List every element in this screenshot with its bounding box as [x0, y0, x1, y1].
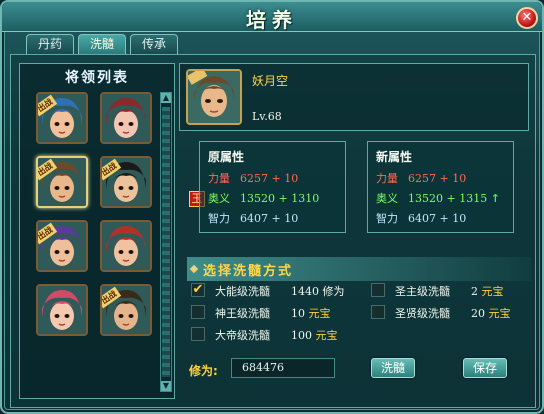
option-sheng-xian[interactable]: 圣贤级洗髓 20 元宝	[371, 305, 531, 323]
selected-general-box: 妖月空 Lv.68	[179, 63, 529, 131]
scroll-thumb[interactable]	[162, 107, 170, 377]
attr-key: 智力	[208, 212, 230, 225]
new-intellect-row: 智力 6407 + 10	[376, 210, 466, 226]
option-cost: 10 元宝	[291, 307, 331, 320]
hero-portrait-icon	[188, 71, 240, 123]
tab-dan-yao[interactable]: 丹药	[26, 34, 74, 54]
increase-arrow-icon: ↑	[490, 192, 500, 205]
tab-xi-sui[interactable]: 洗髓	[78, 34, 126, 54]
checkbox[interactable]	[191, 327, 205, 341]
attr-key: 智力	[376, 212, 398, 225]
attr-value: 13520 + 1315	[408, 192, 488, 205]
portrait-face-icon	[38, 286, 86, 334]
option-label: 神王级洗髓	[215, 307, 270, 320]
original-attributes: 原属性 力量 6257 + 10 奥义 13520 + 1310 智力 6407 + …	[199, 141, 346, 233]
title-bar: 培养 ✕	[2, 2, 542, 32]
checkbox-checked-icon[interactable]: ✔	[191, 283, 205, 297]
method-header: 选择洗髓方式	[187, 257, 531, 281]
scroll-up-icon[interactable]: ▲	[161, 93, 171, 103]
cultivate-window: 培养 ✕ 丹药 洗髓 传承 将领列表 出战 出战 出战 出战 出战 ▲ ▼ 妖月…	[0, 0, 544, 414]
option-label: 圣主级洗髓	[395, 285, 450, 298]
close-icon[interactable]: ✕	[516, 7, 538, 29]
attr-key: 力量	[376, 172, 398, 185]
checkbox[interactable]	[371, 283, 385, 297]
original-intellect-row: 智力 6407 + 10	[208, 210, 298, 226]
attr-key: 力量	[208, 172, 230, 185]
attr-value: 6257 + 10	[408, 172, 467, 185]
attr-key: 奥义	[208, 192, 230, 205]
original-attributes-title: 原属性	[208, 150, 245, 164]
window-title: 培养	[246, 8, 298, 32]
portrait-face-icon	[102, 94, 150, 142]
option-sheng-zhu[interactable]: 圣主级洗髓 2 元宝	[371, 283, 531, 301]
new-mystic-row: 奥义 13520 + 1315 ↑	[376, 190, 500, 206]
general-list-panel: 将领列表 出战 出战 出战 出战 出战 ▲ ▼	[19, 63, 175, 399]
checkbox[interactable]	[371, 305, 385, 319]
attr-key: 奥义	[376, 192, 398, 205]
attr-value: 13520 + 1310	[240, 192, 320, 205]
new-strength-row: 力量 6257 + 10	[376, 170, 466, 186]
original-mystic-row: 奥义 13520 + 1310	[208, 190, 319, 206]
general-portrait[interactable]	[36, 284, 88, 336]
general-portrait[interactable]: 出战	[36, 220, 88, 272]
option-shen-wang[interactable]: 神王级洗髓 10 元宝	[191, 305, 361, 323]
new-attributes-title: 新属性	[376, 150, 413, 164]
scrollbar[interactable]: ▲ ▼	[160, 92, 172, 392]
option-label: 大帝级洗髓	[215, 329, 270, 342]
option-da-neng[interactable]: ✔ 大能级洗髓 1440 修为	[191, 283, 361, 301]
general-list-title: 将领列表	[65, 70, 129, 86]
attr-value: 6257 + 10	[240, 172, 299, 185]
xiuwei-value-field: 684476	[231, 358, 335, 378]
xiuwei-label: 修为:	[189, 364, 218, 378]
general-portrait[interactable]: 出战	[100, 156, 152, 208]
attr-value: 6407 + 10	[408, 212, 467, 225]
method-title: 选择洗髓方式	[203, 264, 294, 279]
option-cost: 20 元宝	[471, 307, 511, 320]
original-strength-row: 力量 6257 + 10	[208, 170, 298, 186]
hero-level: Lv.68	[252, 110, 282, 123]
checkbox[interactable]	[191, 305, 205, 319]
bullet-icon	[189, 264, 199, 274]
general-portrait[interactable]: 出战	[36, 92, 88, 144]
option-label: 大能级洗髓	[215, 285, 270, 298]
option-da-di[interactable]: 大帝级洗髓 100 元宝	[191, 327, 361, 345]
hero-name: 妖月空	[252, 74, 289, 88]
selected-general-avatar	[186, 69, 242, 125]
attr-value: 6407 + 10	[240, 212, 299, 225]
option-cost: 2 元宝	[471, 285, 504, 298]
option-cost: 100 元宝	[291, 329, 338, 342]
general-portrait[interactable]	[100, 220, 152, 272]
general-portrait[interactable]: 出战	[36, 156, 88, 208]
tab-chuan-cheng[interactable]: 传承	[130, 34, 178, 54]
scroll-down-icon[interactable]: ▼	[161, 381, 171, 391]
portrait-face-icon	[102, 222, 150, 270]
save-button[interactable]: 保存	[463, 358, 507, 378]
refine-button[interactable]: 洗髓	[371, 358, 415, 378]
option-label: 圣贤级洗髓	[395, 307, 450, 320]
new-attributes: 新属性 力量 6257 + 10 奥义 13520 + 1315 ↑ 智力 6407 …	[367, 141, 514, 233]
general-portrait[interactable]: 出战	[100, 284, 152, 336]
general-portrait[interactable]	[100, 92, 152, 144]
main-panel: 将领列表 出战 出战 出战 出战 出战 ▲ ▼ 妖月空 Lv.68 玉 原属性 …	[10, 54, 536, 408]
option-cost: 1440 修为	[291, 285, 345, 298]
